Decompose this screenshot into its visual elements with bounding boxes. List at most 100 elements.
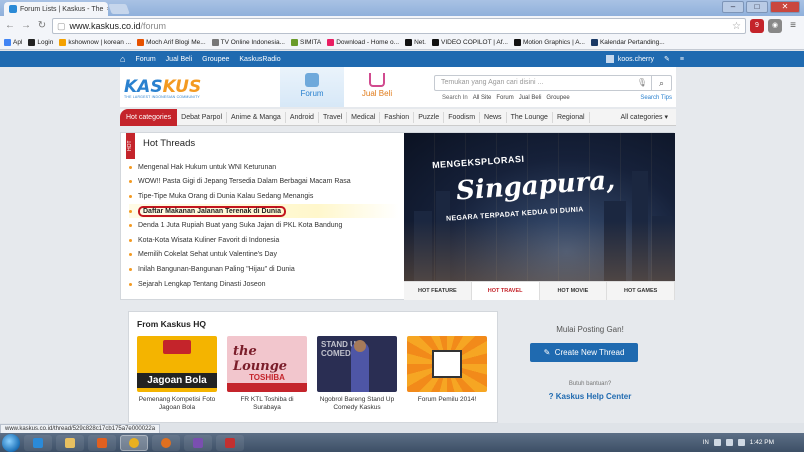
banner-tab[interactable]: HOT TRAVEL	[471, 282, 540, 300]
all-categories-dropdown[interactable]: All categories ▾	[612, 113, 676, 122]
search-opt-forum[interactable]: Forum	[496, 95, 513, 101]
category-link[interactable]: Medical	[347, 111, 381, 123]
category-link[interactable]: Fashion	[380, 111, 415, 123]
nav-kaskusradio[interactable]: KaskusRadio	[239, 56, 280, 63]
card-caption[interactable]: Forum Pemilu 2014!	[407, 396, 487, 404]
minimize-button[interactable]: –	[722, 1, 744, 13]
banner-tab[interactable]: HOT GAMES	[607, 282, 675, 300]
category-link[interactable]: Travel	[319, 111, 348, 123]
hot-thread-link[interactable]: Daftar Makanan Jalanan Terenak di Dunia	[138, 205, 286, 217]
search-input[interactable]: Temukan yang Agan cari disini ... 🎙 ⌕	[434, 75, 672, 91]
hq-card[interactable]: Jagoan Bola Pemenang Kompetisi Foto Jago…	[137, 336, 217, 412]
hq-card[interactable]: STAND UP COMEDY Ngobrol Bareng Stand Up …	[317, 336, 397, 412]
card-caption[interactable]: Pemenang Kompetisi Foto Jagoan Bola	[137, 396, 217, 412]
tray-icon[interactable]	[725, 439, 733, 446]
browser-tab[interactable]: Forum Lists | Kaskus - The ×	[4, 2, 108, 16]
network-icon[interactable]	[737, 439, 745, 446]
mic-icon[interactable]: 🎙	[637, 78, 647, 87]
maximize-button[interactable]: □	[746, 1, 768, 13]
hot-thread-item[interactable]: Daftar Makanan Jalanan Terenak di Dunia	[129, 203, 399, 219]
hot-thread-item[interactable]: Denda 1 Juta Rupiah Buat yang Suka Jajan…	[129, 218, 399, 233]
hot-thread-link[interactable]: Mengenal Hak Hukum untuk WNI Keturunan	[138, 164, 276, 171]
bookmark-item[interactable]: Net.	[405, 39, 426, 46]
bookmark-item[interactable]: Motion Graphics | A...	[513, 39, 585, 46]
card-caption[interactable]: FR KTL Toshiba di Surabaya	[227, 396, 307, 412]
search-icon[interactable]: ⌕	[651, 76, 671, 90]
search-opt-groupee[interactable]: Groupee	[546, 95, 569, 101]
hot-thread-item[interactable]: Inilah Bangunan-Bangunan Paling "Hijau" …	[129, 262, 399, 277]
bookmark-item[interactable]: VIDEO COPILOT | Af...	[431, 39, 508, 46]
nav-jualbeli[interactable]: Jual Beli	[166, 56, 192, 63]
bookmark-item[interactable]: SIMITA	[291, 39, 321, 46]
tray-icon[interactable]	[713, 439, 721, 446]
help-center-link[interactable]: ? Kaskus Help Center	[506, 392, 674, 401]
hot-thread-link[interactable]: Denda 1 Juta Rupiah Buat yang Suka Jajan…	[138, 222, 342, 229]
bookmark-item[interactable]: kshownow | korean ...	[59, 39, 131, 46]
menu-icon[interactable]: ≡	[786, 19, 800, 33]
hot-thread-item[interactable]: Mengenal Hak Hukum untuk WNI Keturunan	[129, 160, 399, 175]
taskbar-app-icon[interactable]	[184, 434, 212, 451]
category-link[interactable]: Android	[286, 111, 319, 123]
hot-thread-item[interactable]: Memilih Cokelat Sehat untuk Valentine's …	[129, 248, 399, 263]
bookmark-star-icon[interactable]: ☆	[732, 21, 741, 32]
kaskus-logo[interactable]: KASKUS THE LARGEST INDONESIAN COMMUNITY	[124, 77, 201, 99]
category-link[interactable]: Foodism	[444, 111, 481, 123]
nav-groupee[interactable]: Groupee	[202, 56, 229, 63]
clock[interactable]: 1:42 PM	[750, 439, 774, 446]
tab-forum[interactable]: Forum	[280, 67, 344, 107]
hot-thread-link[interactable]: Inilah Bangunan-Bangunan Paling "Hijau" …	[138, 266, 295, 273]
taskbar-media-icon[interactable]	[88, 434, 116, 451]
reload-icon[interactable]: ↻	[36, 19, 48, 33]
language-indicator[interactable]: IN	[703, 440, 709, 446]
banner-tab[interactable]: HOT FEATURE	[404, 282, 472, 300]
taskbar-firefox-icon[interactable]	[152, 434, 180, 451]
create-thread-button[interactable]: ✎ Create New Thread	[530, 343, 638, 362]
edit-icon[interactable]: ✎	[664, 55, 670, 63]
hq-card[interactable]: the Lounge TOSHIBA FR KTL Toshiba di Sura…	[227, 336, 307, 412]
hot-thread-link[interactable]: Kota-Kota Wisata Kuliner Favorit di Indo…	[138, 237, 279, 244]
start-button[interactable]	[2, 433, 20, 452]
hot-thread-link[interactable]: Sejarah Lengkap Tentang Dinasti Joseon	[138, 281, 266, 288]
category-link[interactable]: News	[480, 111, 507, 123]
user-menu[interactable]: koos.cherry	[605, 55, 654, 63]
category-link[interactable]: Anime & Manga	[227, 111, 286, 123]
back-arrow-icon[interactable]: ←	[4, 19, 16, 33]
menu-icon[interactable]: ≡	[680, 56, 684, 63]
close-window-button[interactable]: ✕	[770, 1, 800, 13]
home-icon[interactable]: ⌂	[120, 54, 125, 64]
address-bar[interactable]: ▢ www.kaskus.co.id/forum ☆	[52, 18, 746, 34]
forward-arrow-icon[interactable]: →	[20, 19, 32, 33]
category-link[interactable]: Debat Parpol	[177, 111, 227, 123]
search-opt-allsite[interactable]: All Site	[473, 95, 492, 101]
hot-thread-item[interactable]: WOW!! Pasta Gigi di Jepang Tersedia Dala…	[129, 175, 399, 190]
bookmark-item[interactable]: Kalendar Pertanding...	[590, 39, 665, 46]
taskbar-folder-icon[interactable]	[56, 434, 84, 451]
category-link[interactable]: Regional	[553, 111, 590, 123]
bookmark-item[interactable]: Download - Home o...	[327, 39, 399, 46]
hot-thread-link[interactable]: Tipe-Tipe Muka Orang di Dunia Kalau Seda…	[138, 193, 313, 200]
taskbar-chrome-icon[interactable]	[120, 434, 148, 451]
taskbar-ie-icon[interactable]	[24, 434, 52, 451]
hot-thread-item[interactable]: Sejarah Lengkap Tentang Dinasti Joseon	[129, 277, 399, 292]
hq-card[interactable]: Forum Pemilu 2014!	[407, 336, 487, 412]
hot-thread-item[interactable]: Tipe-Tipe Muka Orang di Dunia Kalau Seda…	[129, 189, 399, 204]
tab-close-icon[interactable]: ×	[106, 6, 108, 13]
bookmark-item[interactable]: Login	[28, 39, 53, 46]
featured-banner[interactable]: MENGEKSPLORASI Singapura, NEGARA TERPADA…	[404, 133, 675, 281]
search-tips-link[interactable]: Search Tips	[640, 95, 672, 101]
category-link[interactable]: The Lounge	[507, 111, 553, 123]
taskbar-app-icon[interactable]	[216, 434, 244, 451]
bookmark-item[interactable]: Apl	[4, 39, 22, 46]
tab-jualbeli[interactable]: Jual Beli	[346, 67, 408, 107]
hot-thread-link[interactable]: WOW!! Pasta Gigi di Jepang Tersedia Dala…	[138, 178, 351, 185]
hot-thread-item[interactable]: Kota-Kota Wisata Kuliner Favorit di Indo…	[129, 233, 399, 248]
banner-tab[interactable]: HOT MOVIE	[540, 282, 608, 300]
search-opt-jualbeli[interactable]: Jual Beli	[519, 95, 542, 101]
new-tab-button[interactable]	[108, 4, 130, 14]
nav-forum[interactable]: Forum	[135, 56, 155, 63]
extension-icon[interactable]: 9	[750, 19, 764, 33]
bookmark-item[interactable]: TV Online Indonesia...	[211, 39, 285, 46]
extension-icon[interactable]: ◉	[768, 19, 782, 33]
card-caption[interactable]: Ngobrol Bareng Stand Up Comedy Kaskus	[317, 396, 397, 412]
hot-thread-link[interactable]: Memilih Cokelat Sehat untuk Valentine's …	[138, 251, 277, 258]
